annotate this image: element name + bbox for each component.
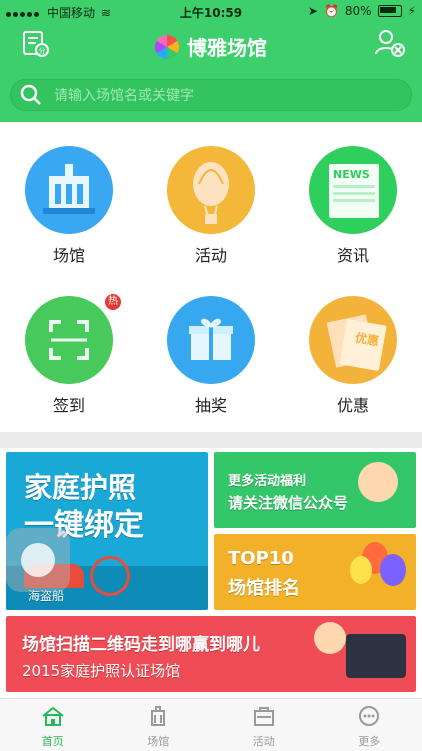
grid-item-label: 活动	[146, 242, 276, 266]
section-divider	[0, 432, 422, 448]
grid-item-coupons[interactable]: 优惠 优惠	[288, 296, 418, 416]
feature-grid: 场馆 活动 NEWS 资讯	[0, 122, 422, 432]
user-settings-icon	[372, 26, 406, 60]
grid-item-checkin[interactable]: 热 签到	[4, 296, 134, 416]
assistive-touch-button[interactable]	[6, 528, 70, 592]
phone-graphic	[346, 634, 406, 678]
grid-item-label: 签到	[4, 392, 134, 416]
top10-banner-line1: TOP10	[228, 548, 294, 569]
wechat-banner-line2: 请关注微信公众号	[228, 492, 348, 513]
grid-item-activities[interactable]: 活动	[146, 146, 276, 266]
gift-box-graphic	[167, 296, 255, 384]
charging-icon: ⚡	[408, 4, 416, 18]
grid-item-news[interactable]: NEWS 资讯	[288, 146, 418, 266]
tab-more[interactable]: 更多	[317, 699, 422, 751]
page-title: 博雅场馆	[0, 32, 422, 61]
balloon-graphic-yellow	[350, 556, 372, 584]
venue-icon	[25, 146, 113, 234]
battery-icon	[378, 5, 402, 17]
tab-label: 活动	[211, 733, 317, 749]
tab-label: 场馆	[106, 733, 212, 749]
scan-frame-graphic	[25, 296, 113, 384]
tab-bar: 首页 场馆 活动 更多	[0, 698, 422, 751]
news-label: NEWS	[329, 164, 379, 181]
search-placeholder: 请输入场馆名或关键字	[54, 85, 194, 105]
tab-venues[interactable]: 场馆	[106, 699, 212, 751]
scan-banner-line1: 场馆扫描二维码走到哪赢到哪儿	[22, 630, 260, 655]
app-title: 博雅场馆	[187, 32, 267, 61]
grid-item-label: 场馆	[4, 242, 134, 266]
news-paper-graphic: NEWS	[329, 164, 379, 218]
ferris-wheel-graphic	[90, 556, 130, 596]
scan-banner[interactable]: 场馆扫描二维码走到哪赢到哪儿 2015家庭护照认证场馆	[6, 616, 416, 692]
tab-label: 更多	[317, 733, 422, 749]
user-settings-button[interactable]	[372, 26, 406, 60]
grid-item-label: 资讯	[288, 242, 418, 266]
tab-home[interactable]: 首页	[0, 699, 106, 751]
search-icon	[18, 82, 44, 108]
brand-logo-icon	[155, 35, 179, 59]
activity-icon	[251, 705, 277, 727]
gift-icon	[167, 296, 255, 384]
news-icon: NEWS	[309, 146, 397, 234]
building-icon	[145, 705, 171, 727]
coupon-label: 优惠	[343, 319, 387, 350]
app-header: 分 博雅场馆 请输入场馆名或关键字	[0, 22, 422, 122]
grid-item-venues[interactable]: 场馆	[4, 146, 134, 266]
battery-percentage: 80%	[345, 4, 372, 18]
wechat-banner[interactable]: 更多活动福利 请关注微信公众号	[214, 452, 416, 528]
hot-badge: 热	[105, 294, 121, 310]
top10-banner[interactable]: TOP10 场馆排名	[214, 534, 416, 610]
home-icon	[40, 705, 66, 727]
grid-item-lottery[interactable]: 抽奖	[146, 296, 276, 416]
tab-activities[interactable]: 活动	[211, 699, 317, 751]
tab-label: 首页	[0, 733, 106, 749]
venue-building-graphic	[25, 146, 113, 234]
balloon-icon	[167, 146, 255, 234]
scan-banner-line2: 2015家庭护照认证场馆	[22, 660, 180, 681]
grid-item-label: 抽奖	[146, 392, 276, 416]
family-banner-line1: 家庭护照	[24, 470, 136, 506]
checkin-scan-icon	[25, 296, 113, 384]
grid-item-label: 优惠	[288, 392, 418, 416]
balloon-graphic-purple	[380, 554, 406, 586]
more-icon	[356, 705, 382, 727]
mascot-head-graphic	[314, 622, 346, 654]
search-bar[interactable]: 请输入场馆名或关键字	[10, 79, 412, 111]
location-icon: ➤	[308, 4, 318, 18]
coupon-icon: 优惠	[309, 296, 397, 384]
alarm-icon: ⏰	[324, 4, 339, 18]
mascot-face-graphic	[358, 462, 398, 502]
balloon-graphic	[167, 146, 255, 234]
top10-banner-line2: 场馆排名	[228, 574, 300, 600]
wechat-banner-line1: 更多活动福利	[228, 470, 306, 489]
status-bar: 中国移动 ≋ 上午10:59 ➤ ⏰ 80% ⚡	[0, 0, 422, 22]
